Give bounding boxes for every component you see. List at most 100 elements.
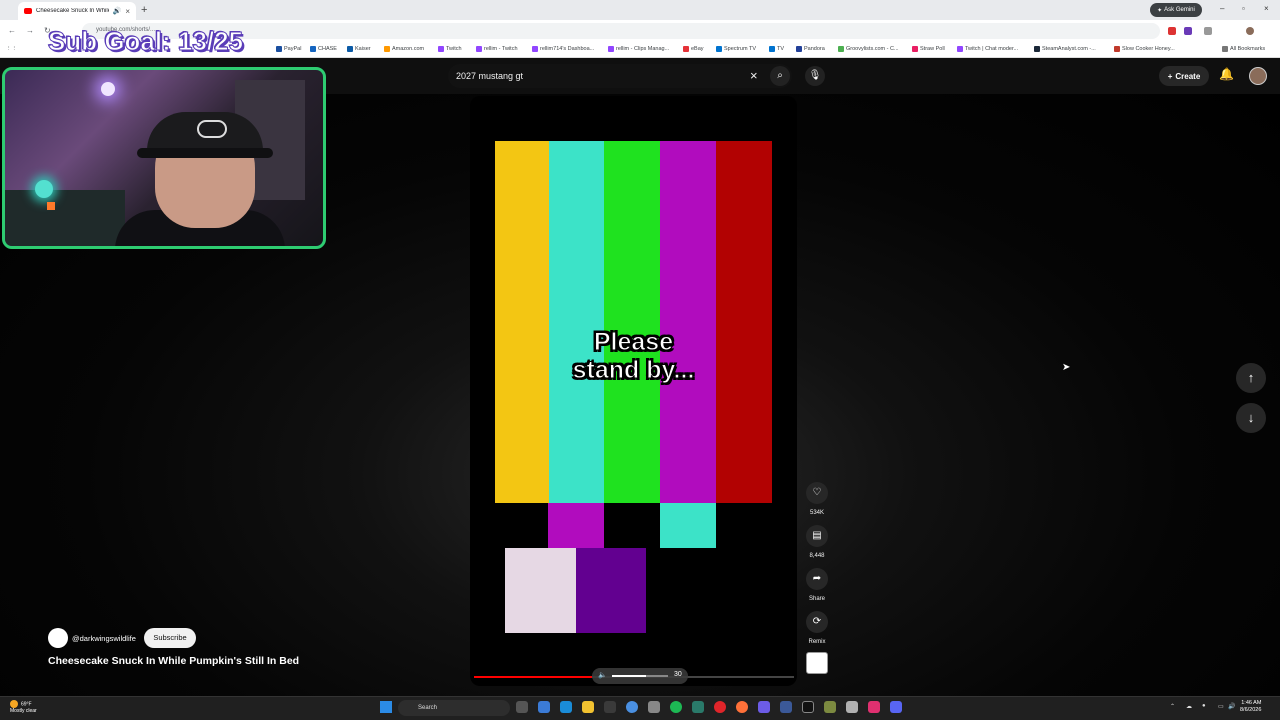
app-icon[interactable] bbox=[868, 701, 880, 713]
all-bookmarks[interactable]: All Bookmarks bbox=[1222, 46, 1265, 52]
bookmark-item[interactable]: TV bbox=[769, 46, 784, 52]
color-bar-magenta bbox=[660, 141, 716, 503]
cap-logo bbox=[197, 120, 227, 138]
bookmark-item[interactable]: Slow Cooker Honey... bbox=[1114, 46, 1175, 52]
clear-search-icon[interactable]: × bbox=[750, 68, 758, 83]
extensions-puzzle-icon[interactable] bbox=[1204, 27, 1212, 35]
back-icon[interactable]: ← bbox=[8, 26, 16, 35]
channel-handle[interactable]: @darkwingswildlife bbox=[72, 634, 136, 643]
tray-icon[interactable]: ● bbox=[1202, 703, 1206, 709]
close-window-icon[interactable]: × bbox=[1264, 4, 1269, 13]
search-icon[interactable]: ⌕ bbox=[770, 66, 790, 86]
app-icon[interactable] bbox=[846, 701, 858, 713]
bookmark-item[interactable]: CHASE bbox=[310, 46, 337, 52]
app-icon[interactable] bbox=[780, 701, 792, 713]
profile-icon[interactable] bbox=[1246, 27, 1254, 35]
app-icon[interactable] bbox=[692, 701, 704, 713]
sub-goal-overlay: Sub Goal: 13/25 bbox=[47, 26, 244, 57]
file-explorer-icon[interactable] bbox=[582, 701, 594, 713]
video-title[interactable]: Cheesecake Snuck In While Pumpkin's Stil… bbox=[48, 655, 299, 667]
bookmark-item[interactable]: rellim - Twitch bbox=[476, 46, 518, 52]
subscribe-button[interactable]: Subscribe bbox=[144, 628, 196, 648]
onedrive-icon[interactable]: ☁ bbox=[1186, 703, 1192, 710]
bookmark-item[interactable]: Straw Poll bbox=[912, 46, 945, 52]
bookmark-item[interactable]: Twitch bbox=[438, 46, 462, 52]
temperature: 69°F bbox=[21, 701, 32, 708]
spotify-icon[interactable] bbox=[670, 701, 682, 713]
sound-thumbnail[interactable] bbox=[806, 652, 828, 674]
color-block-purple bbox=[576, 548, 646, 633]
bookmark-item[interactable]: rellim714's Dashboa... bbox=[532, 46, 594, 52]
bookmark-item[interactable]: Kaiser bbox=[347, 46, 371, 52]
weather-widget[interactable]: 69°F Mostly clear bbox=[10, 700, 37, 714]
bookmark-item[interactable]: Groovylists.com - C... bbox=[838, 46, 899, 52]
minimize-icon[interactable]: – bbox=[1220, 4, 1224, 13]
create-button[interactable]: + Create bbox=[1159, 66, 1209, 86]
color-bar-yellow bbox=[495, 141, 549, 503]
bookmark-item[interactable]: Amazon.com bbox=[384, 46, 424, 52]
speaker-icon[interactable]: 🔊 bbox=[113, 7, 122, 15]
share-button[interactable]: ➦ bbox=[806, 568, 828, 590]
ask-gemini-button[interactable]: ✦ Ask Gemini bbox=[1150, 3, 1202, 17]
volume-slider[interactable] bbox=[612, 675, 668, 677]
ask-gemini-label: Ask Gemini bbox=[1164, 7, 1195, 13]
copilot-icon[interactable] bbox=[538, 701, 550, 713]
network-icon[interactable]: ▭ bbox=[1218, 703, 1224, 710]
volume-tray-icon[interactable]: 🔊 bbox=[1228, 703, 1235, 710]
share-label: Share bbox=[808, 596, 825, 602]
volume-icon[interactable]: 🔈 bbox=[598, 671, 607, 679]
bookmark-item[interactable]: Pandora bbox=[796, 46, 825, 52]
color-bar-green bbox=[604, 141, 660, 503]
extension-icon[interactable] bbox=[1184, 27, 1192, 35]
bookmark-item[interactable]: eBay bbox=[683, 46, 704, 52]
obs-icon[interactable] bbox=[802, 701, 814, 713]
tray-chevron-icon[interactable]: ⌃ bbox=[1170, 703, 1175, 710]
maximize-icon[interactable]: ▫ bbox=[1242, 4, 1245, 13]
bookmark-item[interactable]: SteamAnalyst.com -... bbox=[1034, 46, 1096, 52]
bookmark-item[interactable]: Spectrum TV bbox=[716, 46, 756, 52]
notifications-bell-icon[interactable]: 🔔 bbox=[1219, 67, 1234, 81]
firefox-icon[interactable] bbox=[736, 701, 748, 713]
forward-icon[interactable]: → bbox=[26, 26, 34, 35]
search-input[interactable]: 2027 mustang gt bbox=[456, 71, 523, 81]
store-icon[interactable] bbox=[604, 701, 616, 713]
windows-taskbar bbox=[0, 696, 1280, 720]
search-box[interactable]: 2027 mustang gt × bbox=[448, 64, 792, 88]
remix-label: Remix bbox=[808, 639, 826, 645]
app-icon[interactable] bbox=[824, 701, 836, 713]
discord-icon[interactable] bbox=[890, 701, 902, 713]
opera-icon[interactable] bbox=[714, 701, 726, 713]
previous-short-button[interactable]: ↑ bbox=[1236, 363, 1266, 393]
remix-button[interactable]: ⟳ bbox=[806, 611, 828, 633]
bookmark-item[interactable]: PayPal bbox=[276, 46, 301, 52]
extension-icon[interactable] bbox=[1168, 27, 1176, 35]
gemini-icon: ✦ bbox=[1157, 7, 1163, 14]
next-short-button[interactable]: ↓ bbox=[1236, 403, 1266, 433]
windows-start-icon[interactable] bbox=[380, 701, 392, 713]
apps-icon[interactable]: ⋮⋮ bbox=[6, 46, 17, 52]
comments-button[interactable]: ▤ bbox=[806, 525, 828, 547]
taskbar-search[interactable]: Search bbox=[398, 700, 510, 716]
account-avatar[interactable] bbox=[1249, 67, 1267, 85]
channel-avatar[interactable] bbox=[48, 628, 68, 648]
chrome-icon[interactable] bbox=[626, 701, 638, 713]
task-view-icon[interactable] bbox=[516, 701, 528, 713]
browser-tab[interactable]: Cheesecake Snuck In While 🔊 × bbox=[18, 2, 136, 20]
mouse-cursor-icon: ➤ bbox=[1062, 362, 1071, 373]
app-icon[interactable] bbox=[648, 701, 660, 713]
bookmark-item[interactable]: Twitch | Chat moder... bbox=[957, 46, 1018, 52]
like-count: 534K bbox=[809, 510, 824, 516]
new-tab-button[interactable]: + bbox=[141, 4, 147, 16]
arrow-down-icon: ↓ bbox=[1247, 410, 1255, 425]
like-button[interactable]: ♡ bbox=[806, 482, 828, 504]
app-icon[interactable] bbox=[758, 701, 770, 713]
system-clock[interactable]: 1:46 AM 8/6/2026 bbox=[1240, 700, 1261, 714]
volume-control[interactable]: 🔈 30 bbox=[592, 668, 688, 684]
search-label: Search bbox=[418, 705, 438, 711]
shorts-player[interactable]: Please stand by... 🔈 30 bbox=[470, 96, 797, 686]
microphone-icon[interactable]: 🎙 bbox=[805, 66, 825, 86]
close-tab-icon[interactable]: × bbox=[125, 7, 130, 16]
omnibox[interactable]: youtube.com/shorts/... bbox=[82, 23, 1160, 39]
edge-icon[interactable] bbox=[560, 701, 572, 713]
bookmark-item[interactable]: rellim - Clips Manag... bbox=[608, 46, 669, 52]
